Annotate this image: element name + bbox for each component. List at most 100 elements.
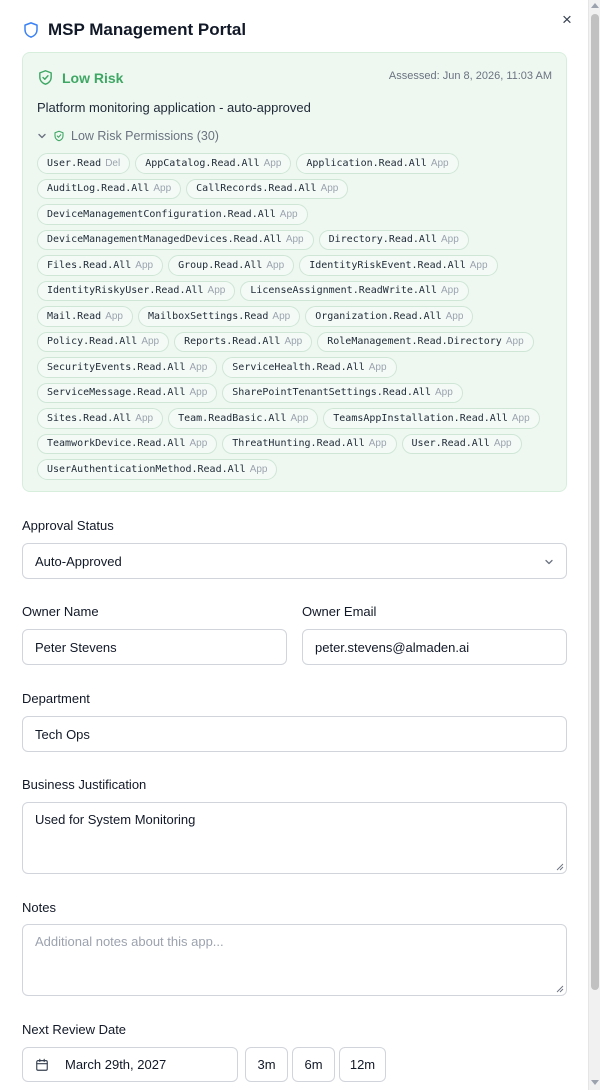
permission-type: App (320, 183, 339, 195)
permission-name: Team.ReadBasic.All (178, 412, 287, 424)
permission-name: User.Read (47, 157, 102, 169)
owner-email-value: peter.stevens@almaden.ai (315, 639, 470, 655)
close-button[interactable]: × (558, 11, 576, 29)
permission-chip: LicenseAssignment.ReadWrite.All App (240, 280, 469, 301)
permission-chip: DeviceManagementManagedDevices.Read.All A… (37, 229, 314, 250)
permission-chip: Organization.Read.All App (305, 306, 474, 327)
permission-chip: AppCatalog.Read.All App (135, 153, 292, 174)
permission-name: Sites.Read.All (47, 412, 132, 424)
shield-check-icon (39, 70, 52, 85)
permission-name: Files.Read.All (47, 259, 132, 271)
permission-name: Group.Read.All (178, 259, 263, 271)
department-field[interactable]: Tech Ops (22, 716, 567, 752)
permissions-toggle[interactable]: Low Risk Permissions (30) (37, 129, 219, 143)
review-3m-button[interactable]: 3m (245, 1047, 288, 1082)
permission-name: MailboxSettings.Read (147, 310, 269, 322)
permissions-label: Low Risk Permissions (30) (71, 129, 219, 143)
risk-description: Platform monitoring application - auto-a… (37, 100, 311, 115)
owner-email-label: Owner Email (302, 604, 377, 619)
permission-type: App (189, 361, 208, 373)
permission-type: App (440, 234, 459, 246)
permission-name: User.Read.All (411, 438, 490, 450)
review-6m-button[interactable]: 6m (292, 1047, 335, 1082)
permission-name: Directory.Read.All (328, 234, 437, 246)
scroll-down-icon[interactable] (591, 1080, 599, 1085)
justification-label: Business Justification (22, 777, 147, 792)
permission-name: Mail.Read (47, 310, 102, 322)
resize-grip-icon[interactable] (556, 985, 564, 993)
permission-name: DeviceManagementConfiguration.Read.All (47, 208, 276, 220)
justification-value: Used for System Monitoring (35, 812, 196, 827)
approval-status-value: Auto-Approved (35, 553, 122, 569)
scrollbar[interactable] (588, 0, 600, 1090)
approval-status-select[interactable]: Auto-Approved (22, 543, 567, 579)
justification-textarea[interactable]: Used for System Monitoring (22, 802, 567, 874)
permission-type: App (445, 310, 464, 322)
permission-name: Organization.Read.All (315, 310, 442, 322)
permission-chip: Application.Read.All App (296, 153, 459, 174)
permission-name: Application.Read.All (306, 157, 427, 169)
permission-name: IdentityRiskEvent.Read.All (309, 259, 466, 271)
review-12m-button[interactable]: 12m (339, 1047, 386, 1082)
permission-type: App (263, 157, 282, 169)
notes-textarea[interactable]: Additional notes about this app... (22, 924, 567, 996)
permission-chip: AuditLog.Read.All App (37, 178, 182, 199)
permission-chip: IdentityRiskyUser.Read.All App (37, 280, 236, 301)
permission-chip: SecurityEvents.Read.All App (37, 357, 218, 378)
page-title: MSP Management Portal (48, 20, 247, 39)
risk-header: Low Risk (37, 69, 123, 86)
chevron-down-icon (38, 133, 46, 139)
permission-type: App (469, 259, 488, 271)
permission-chip: MailboxSettings.Read App (137, 306, 301, 327)
department-value: Tech Ops (35, 726, 90, 742)
permission-type: App (511, 412, 530, 424)
permission-chip: CallRecords.Read.All App (186, 178, 349, 199)
permission-chip: IdentityRiskEvent.Read.All App (299, 255, 498, 276)
panel-header: MSP Management Portal (22, 18, 246, 42)
permission-type: App (430, 157, 449, 169)
permission-chip: Directory.Read.All App (318, 229, 469, 250)
permission-chip: Group.Read.All App (168, 255, 295, 276)
permission-chip: Policy.Read.All App (37, 331, 170, 352)
department-label: Department (22, 691, 90, 706)
permission-type: App (135, 259, 154, 271)
permission-chip: DeviceManagementConfiguration.Read.All Ap… (37, 204, 308, 225)
approval-status-label: Approval Status (22, 518, 114, 533)
next-review-label: Next Review Date (22, 1022, 127, 1037)
permission-chip: Sites.Read.All App (37, 408, 164, 429)
resize-grip-icon[interactable] (556, 863, 564, 871)
permission-type: App (493, 438, 512, 450)
permission-name: UserAuthenticationMethod.Read.All (47, 463, 246, 475)
permission-name: Reports.Read.All (184, 336, 281, 348)
permission-chip: SharePointTenantSettings.Read.All App (222, 382, 463, 403)
permission-chip: Mail.Read App (37, 306, 133, 327)
shield-check-icon (54, 130, 64, 142)
permission-chip: UserAuthenticationMethod.Read.All App (37, 459, 278, 480)
permission-name: AuditLog.Read.All (47, 183, 150, 195)
review-date-value: March 29th, 2027 (65, 1057, 167, 1072)
owner-email-field[interactable]: peter.stevens@almaden.ai (302, 629, 567, 665)
permission-type: App (207, 285, 226, 297)
calendar-icon (36, 1058, 48, 1071)
scroll-thumb[interactable] (591, 14, 599, 990)
permission-name: SharePointTenantSettings.Read.All (232, 387, 431, 399)
scroll-up-icon[interactable] (591, 3, 599, 8)
permission-type: App (189, 387, 208, 399)
owner-name-field[interactable]: Peter Stevens (22, 629, 287, 665)
shield-icon (24, 22, 38, 38)
permission-name: ServiceHealth.Read.All (232, 361, 365, 373)
app-detail-panel: MSP Management Portal × Low Risk Assesse… (0, 0, 588, 1090)
permission-type: App (290, 412, 309, 424)
permission-chip: Files.Read.All App (37, 255, 164, 276)
permission-name: TeamworkDevice.Read.All (47, 438, 186, 450)
permission-type: App (505, 336, 524, 348)
permission-name: CallRecords.Read.All (196, 183, 317, 195)
permission-chip: TeamworkDevice.Read.All App (37, 433, 218, 454)
permission-name: IdentityRiskyUser.Read.All (47, 285, 204, 297)
permission-type: App (266, 259, 285, 271)
review-date-picker[interactable]: March 29th, 2027 (22, 1047, 238, 1082)
notes-placeholder: Additional notes about this app... (35, 934, 224, 949)
permission-type: App (135, 412, 154, 424)
permission-list: User.Read Del AppCatalog.Read.All App Applic… (37, 153, 557, 480)
permission-type: App (368, 361, 387, 373)
